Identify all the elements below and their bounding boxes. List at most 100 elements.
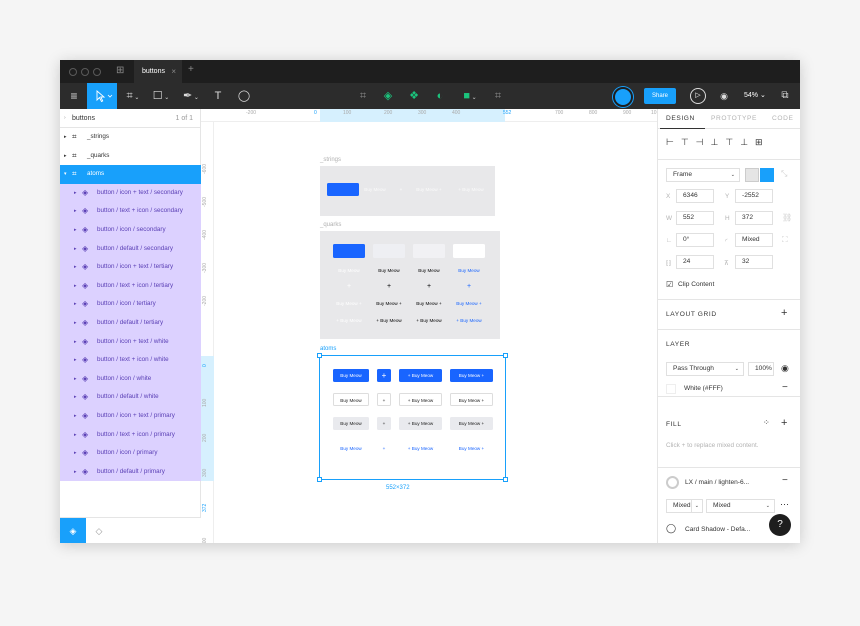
atom-text-icon-secondary[interactable]: Buy Meow +: [450, 417, 493, 430]
frame-type-select[interactable]: Frame ⌄: [666, 168, 740, 182]
padding-vertical-field[interactable]: 32: [735, 255, 773, 269]
text-style-label[interactable]: LX / main / lighten-6...: [685, 479, 749, 486]
zoom-level[interactable]: 54% ⌄: [744, 83, 766, 109]
minimize-window-button[interactable]: [81, 68, 89, 76]
mask-icon[interactable]: ◐: [432, 83, 448, 109]
landscape-icon[interactable]: [760, 168, 774, 182]
expand-arrow-icon[interactable]: ▸: [74, 444, 77, 463]
move-tool[interactable]: [87, 83, 117, 109]
crop-icon[interactable]: ⌗: [490, 83, 506, 109]
strings-frame-label[interactable]: _strings: [320, 157, 341, 163]
atom-icon-text-white[interactable]: + Buy Meow: [399, 393, 442, 406]
component-frame-icon[interactable]: ⌗: [355, 83, 371, 109]
expand-arrow-icon[interactable]: ▾: [64, 165, 67, 184]
layer-frame[interactable]: ▾ ⌗ atoms: [60, 165, 201, 184]
portrait-icon[interactable]: [745, 168, 759, 182]
color-swatch[interactable]: [666, 384, 676, 394]
layer-component[interactable]: ▸ ◈ button / icon + text / secondary: [60, 183, 201, 203]
expand-arrow-icon[interactable]: ▸: [64, 147, 67, 166]
layer-component[interactable]: ▸ ◈ button / icon + text / tertiary: [60, 258, 201, 277]
atoms-frame-label[interactable]: atoms: [320, 346, 336, 352]
boolean-icon[interactable]: ■ ⌄: [458, 83, 482, 109]
expand-arrow-icon[interactable]: ▸: [74, 314, 77, 333]
corner-radius-field[interactable]: Mixed: [735, 233, 773, 247]
mixed-select-1[interactable]: Mixed ⌄: [666, 499, 703, 513]
expand-arrow-icon[interactable]: ▸: [74, 370, 77, 389]
resize-handle-tr[interactable]: [503, 353, 508, 358]
atom-default-primary[interactable]: Buy Meow: [333, 369, 369, 382]
effect-label[interactable]: Card Shadow - Defa...: [685, 526, 750, 533]
more-options-icon[interactable]: ⋯: [780, 499, 789, 510]
layer-component[interactable]: ▸ ◈ button / icon / primary: [60, 444, 201, 463]
layer-component[interactable]: ▸ ◈ button / default / primary: [60, 462, 201, 482]
expand-arrow-icon[interactable]: ▸: [74, 407, 77, 426]
layer-component[interactable]: ▸ ◈ button / text + icon / secondary: [60, 202, 201, 221]
layer-component[interactable]: ▸ ◈ button / text + icon / tertiary: [60, 276, 201, 296]
layer-frame[interactable]: ▸ ⌗ _strings: [60, 128, 201, 147]
shape-tool-icon[interactable]: ☐ ⌄: [150, 83, 172, 109]
view-icon[interactable]: ◉: [717, 83, 731, 109]
frame-tool-icon[interactable]: ⌗ ⌄: [122, 83, 144, 109]
expand-arrow-icon[interactable]: ▸: [74, 258, 77, 277]
layer-component[interactable]: ▸ ◈ button / icon / secondary: [60, 221, 201, 240]
rotation-field[interactable]: 0°: [676, 233, 714, 247]
text-tool-icon[interactable]: T: [210, 83, 226, 109]
clip-content-label[interactable]: Clip Content: [678, 281, 714, 288]
expand-arrow-icon[interactable]: ▸: [74, 426, 77, 445]
atom-icon-text-primary[interactable]: + Buy Meow: [399, 369, 442, 382]
add-layout-grid-icon[interactable]: +: [781, 307, 787, 319]
new-tab-button[interactable]: +: [188, 64, 194, 75]
resize-handle-tl[interactable]: [317, 353, 322, 358]
atom-default-tertiary[interactable]: Buy Meow: [333, 442, 369, 455]
expand-arrow-icon[interactable]: ▸: [74, 463, 77, 482]
help-button[interactable]: ?: [769, 514, 791, 536]
present-button[interactable]: ▷: [690, 88, 706, 104]
layer-component[interactable]: ▸ ◈ button / text + icon / white: [60, 351, 201, 370]
y-field[interactable]: -2552: [735, 189, 773, 203]
checkbox-icon[interactable]: ☑: [666, 280, 673, 289]
atom-default-secondary[interactable]: Buy Meow: [333, 417, 369, 430]
fill-swatch-label[interactable]: White (#FFF): [684, 385, 723, 392]
expand-arrow-icon[interactable]: ▸: [74, 277, 77, 296]
tab-buttons[interactable]: buttons ×: [134, 60, 182, 83]
atom-text-icon-tertiary[interactable]: Buy Meow +: [450, 442, 493, 455]
expand-arrow-icon[interactable]: ▸: [74, 295, 77, 314]
opacity-field[interactable]: 100%: [748, 362, 774, 376]
atom-icon-tertiary[interactable]: +: [377, 442, 391, 455]
layer-component[interactable]: ▸ ◈ button / text + icon / primary: [60, 425, 201, 445]
atom-default-white[interactable]: Buy Meow: [333, 393, 369, 406]
canvas[interactable]: -200 0 100 200 300 400 552 700 800 900 10 -600 -500…: [201, 109, 657, 543]
atom-text-icon-white[interactable]: Buy Meow +: [450, 393, 493, 406]
add-fill-icon[interactable]: +: [781, 417, 787, 429]
remove-text-style-icon[interactable]: −: [782, 475, 788, 486]
library-icon[interactable]: ⧉: [777, 83, 793, 109]
constrain-proportions-icon[interactable]: ⛓: [782, 213, 792, 222]
align-icon[interactable]: ⊢⊤⊣⊥⊤⊥⊞: [666, 137, 770, 148]
atom-icon-text-tertiary[interactable]: + Buy Meow: [399, 442, 442, 455]
expand-arrow-icon[interactable]: ▸: [64, 128, 67, 147]
independent-corners-icon[interactable]: ⛶: [782, 235, 788, 245]
close-tab-icon[interactable]: ×: [171, 60, 176, 83]
share-button[interactable]: Share: [644, 88, 676, 104]
pen-tool-icon[interactable]: ✒ ⌄: [180, 83, 202, 109]
quarks-frame[interactable]: Buy Meow Buy Meow Buy Meow Buy Meow + + …: [320, 231, 500, 339]
quarks-frame-label[interactable]: _quarks: [320, 222, 341, 228]
expand-arrow-icon[interactable]: ▸: [74, 221, 77, 240]
atom-icon-white[interactable]: +: [377, 393, 391, 406]
close-window-button[interactable]: [69, 68, 77, 76]
atom-icon-text-secondary[interactable]: + Buy Meow: [399, 417, 442, 430]
height-field[interactable]: 372: [735, 211, 773, 225]
tab-code[interactable]: CODE: [772, 109, 793, 128]
layer-component[interactable]: ▸ ◈ button / icon + text / white: [60, 332, 201, 352]
layer-component[interactable]: ▸ ◈ button / default / secondary: [60, 239, 201, 259]
expand-arrow-icon[interactable]: ▸: [74, 388, 77, 407]
resize-handle-bl[interactable]: [317, 477, 322, 482]
layer-component[interactable]: ▸ ◈ button / default / tertiary: [60, 314, 201, 333]
eye-icon[interactable]: ◉: [781, 363, 789, 374]
atoms-frame[interactable]: Buy Meow + + Buy Meow Buy Meow + Buy Meo…: [319, 355, 506, 480]
component-icon[interactable]: ❖: [406, 83, 422, 109]
page-selector[interactable]: › buttons 1 of 1: [60, 109, 201, 128]
tab-prototype[interactable]: PROTOTYPE: [711, 109, 757, 128]
padding-horizontal-field[interactable]: 24: [676, 255, 714, 269]
atom-text-icon-primary[interactable]: Buy Meow +: [450, 369, 493, 382]
